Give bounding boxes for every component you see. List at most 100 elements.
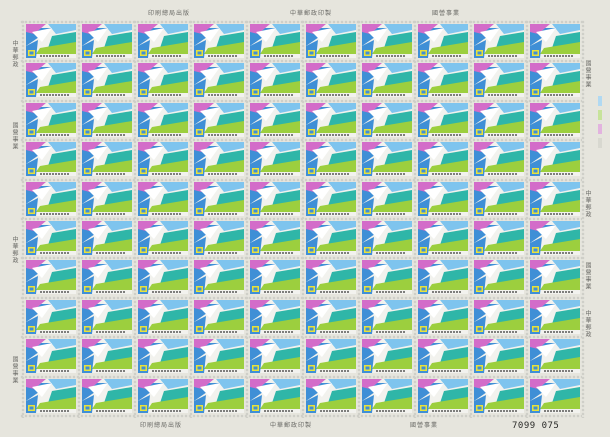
stamp bbox=[194, 221, 244, 255]
stamp bbox=[26, 142, 76, 177]
stamp-design bbox=[418, 24, 468, 58]
stamp-design bbox=[418, 221, 468, 255]
stamp bbox=[306, 221, 356, 255]
stamp bbox=[26, 221, 76, 255]
stamp-design bbox=[26, 339, 76, 374]
stamp bbox=[250, 181, 300, 216]
stamp bbox=[194, 299, 244, 334]
stamp bbox=[418, 63, 468, 98]
stamp bbox=[474, 378, 524, 413]
perforation-row bbox=[20, 137, 582, 144]
stamp bbox=[362, 299, 412, 334]
stamp bbox=[418, 181, 468, 216]
top-margin-inscription-center: 中華郵政印製 bbox=[290, 10, 333, 17]
perforation-row bbox=[20, 373, 582, 380]
stamp bbox=[530, 378, 580, 413]
stamp-design bbox=[474, 102, 524, 137]
stamp-design bbox=[82, 260, 132, 295]
stamp bbox=[306, 299, 356, 334]
stamp-design bbox=[306, 63, 356, 98]
stamp-design bbox=[26, 221, 76, 255]
stamp bbox=[250, 102, 300, 137]
stamp-design bbox=[474, 260, 524, 295]
stamp bbox=[82, 142, 132, 177]
stamp bbox=[26, 24, 76, 58]
left-margin-inscription-1: 中華郵政 bbox=[11, 40, 18, 68]
stamp-design bbox=[194, 181, 244, 216]
stamp-design bbox=[138, 142, 188, 177]
stamp-design bbox=[250, 181, 300, 216]
stamp bbox=[362, 24, 412, 58]
stamp-design bbox=[362, 142, 412, 177]
stamp bbox=[250, 142, 300, 177]
stamp bbox=[138, 339, 188, 374]
stamp-design bbox=[418, 181, 468, 216]
stamp-design bbox=[250, 102, 300, 137]
stamp-design bbox=[530, 221, 580, 255]
stamp bbox=[362, 102, 412, 137]
stamp bbox=[530, 63, 580, 98]
stamp-design bbox=[250, 63, 300, 98]
stamp bbox=[530, 221, 580, 255]
stamp-design bbox=[362, 339, 412, 374]
stamp-design bbox=[194, 24, 244, 58]
stamp-design bbox=[82, 63, 132, 98]
stamp-design bbox=[138, 221, 188, 255]
stamp bbox=[474, 24, 524, 58]
stamp-design bbox=[194, 142, 244, 177]
stamp-design bbox=[82, 299, 132, 334]
stamp-design bbox=[194, 102, 244, 137]
stamp bbox=[82, 221, 132, 255]
stamp bbox=[82, 102, 132, 137]
stamp-design bbox=[418, 63, 468, 98]
top-margin-inscription-right: 國營事業 bbox=[432, 10, 461, 17]
stamp bbox=[82, 181, 132, 216]
stamp bbox=[250, 339, 300, 374]
stamp-design bbox=[530, 142, 580, 177]
stamp-design bbox=[250, 24, 300, 58]
stamp bbox=[530, 142, 580, 177]
stamp bbox=[530, 299, 580, 334]
stamp-design bbox=[194, 260, 244, 295]
stamp bbox=[250, 63, 300, 98]
stamp-design bbox=[530, 299, 580, 334]
stamp bbox=[138, 63, 188, 98]
stamp bbox=[82, 260, 132, 295]
stamp-design bbox=[530, 378, 580, 413]
stamp-design bbox=[362, 63, 412, 98]
stamp-design bbox=[362, 24, 412, 58]
stamp-design bbox=[474, 378, 524, 413]
stamp bbox=[418, 378, 468, 413]
perforation-row bbox=[20, 334, 582, 341]
stamp bbox=[418, 339, 468, 374]
stamp bbox=[362, 378, 412, 413]
stamp bbox=[26, 102, 76, 137]
stamp-design bbox=[418, 260, 468, 295]
stamp-design bbox=[194, 299, 244, 334]
stamp-design bbox=[82, 181, 132, 216]
stamp-design bbox=[138, 181, 188, 216]
stamp bbox=[138, 221, 188, 255]
stamp-design bbox=[306, 378, 356, 413]
stamp bbox=[474, 260, 524, 295]
stamp bbox=[418, 142, 468, 177]
perforation-row bbox=[20, 413, 582, 419]
stamp bbox=[474, 63, 524, 98]
stamp bbox=[82, 299, 132, 334]
stamp-design bbox=[138, 339, 188, 374]
stamp-design bbox=[418, 339, 468, 374]
stamp bbox=[138, 378, 188, 413]
stamp bbox=[26, 299, 76, 334]
stamp-design bbox=[26, 142, 76, 177]
sheet-serial-number: 7099 075 bbox=[512, 421, 560, 431]
stamp bbox=[362, 142, 412, 177]
stamp bbox=[362, 63, 412, 98]
stamp bbox=[194, 142, 244, 177]
stamp-design bbox=[362, 102, 412, 137]
stamp bbox=[194, 181, 244, 216]
stamp bbox=[250, 221, 300, 255]
stamp-design bbox=[306, 260, 356, 295]
stamp-design bbox=[250, 339, 300, 374]
stamp bbox=[418, 260, 468, 295]
stamp bbox=[474, 142, 524, 177]
